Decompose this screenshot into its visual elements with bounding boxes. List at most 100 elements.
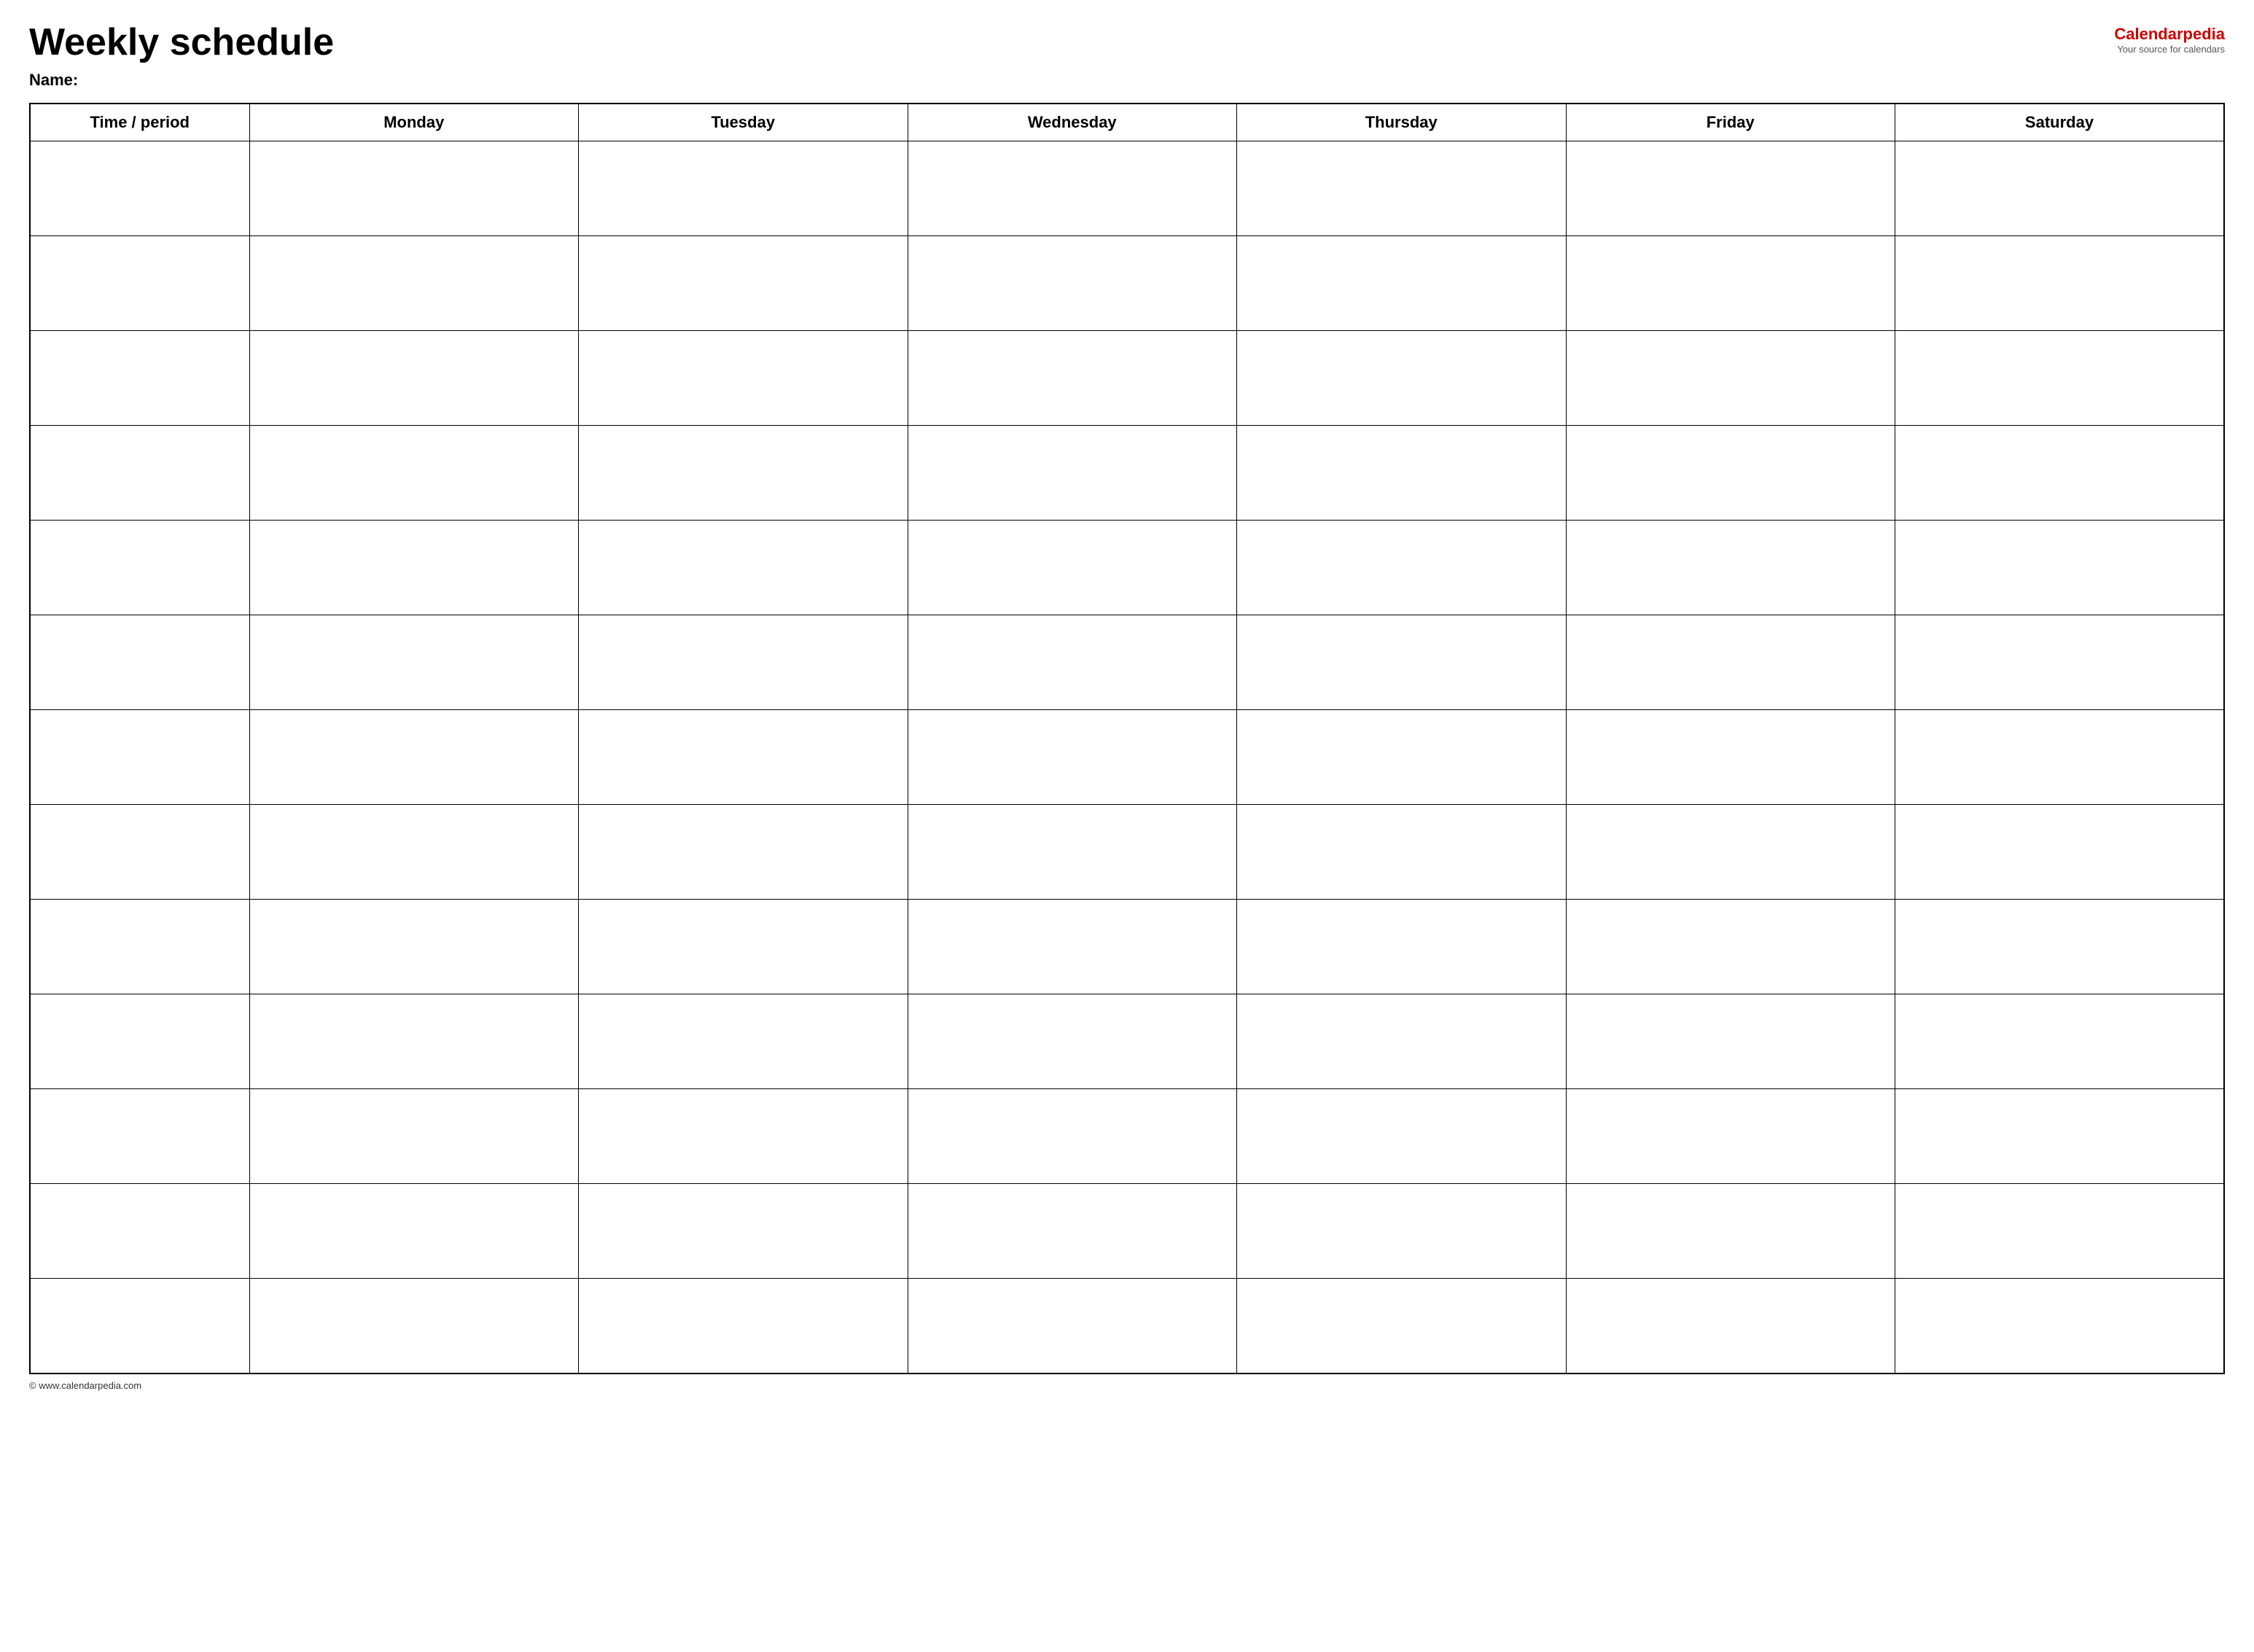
schedule-cell[interactable] xyxy=(1237,1279,1567,1374)
schedule-cell[interactable] xyxy=(1566,426,1895,521)
schedule-cell[interactable] xyxy=(1237,710,1567,805)
col-header-saturday: Saturday xyxy=(1895,104,2225,141)
schedule-cell[interactable] xyxy=(908,900,1237,994)
schedule-cell[interactable] xyxy=(579,1089,908,1184)
time-cell[interactable] xyxy=(30,141,249,236)
schedule-cell[interactable] xyxy=(1237,994,1567,1089)
schedule-cell[interactable] xyxy=(1566,331,1895,426)
schedule-cell[interactable] xyxy=(579,426,908,521)
schedule-cell[interactable] xyxy=(579,141,908,236)
schedule-cell[interactable] xyxy=(1895,710,2225,805)
table-row xyxy=(30,615,2224,710)
schedule-cell[interactable] xyxy=(579,615,908,710)
schedule-cell[interactable] xyxy=(1895,236,2225,331)
schedule-cell[interactable] xyxy=(579,521,908,615)
schedule-cell[interactable] xyxy=(1895,615,2225,710)
schedule-cell[interactable] xyxy=(908,521,1237,615)
schedule-cell[interactable] xyxy=(249,236,579,331)
schedule-cell[interactable] xyxy=(1566,141,1895,236)
schedule-cell[interactable] xyxy=(1895,1279,2225,1374)
schedule-cell[interactable] xyxy=(1566,1184,1895,1279)
schedule-cell[interactable] xyxy=(1237,1089,1567,1184)
schedule-cell[interactable] xyxy=(908,331,1237,426)
schedule-cell[interactable] xyxy=(908,994,1237,1089)
logo-area: Calendarpedia Your source for calendars xyxy=(2114,22,2225,55)
schedule-cell[interactable] xyxy=(908,615,1237,710)
schedule-cell[interactable] xyxy=(1566,1089,1895,1184)
schedule-cell[interactable] xyxy=(908,141,1237,236)
schedule-cell[interactable] xyxy=(1566,615,1895,710)
schedule-cell[interactable] xyxy=(1895,1184,2225,1279)
schedule-cell[interactable] xyxy=(579,236,908,331)
time-cell[interactable] xyxy=(30,521,249,615)
schedule-cell[interactable] xyxy=(908,426,1237,521)
schedule-cell[interactable] xyxy=(579,1279,908,1374)
table-row xyxy=(30,141,2224,236)
col-header-tuesday: Tuesday xyxy=(579,104,908,141)
time-cell[interactable] xyxy=(30,1279,249,1374)
schedule-cell[interactable] xyxy=(1566,710,1895,805)
schedule-cell[interactable] xyxy=(249,331,579,426)
schedule-cell[interactable] xyxy=(908,236,1237,331)
schedule-cell[interactable] xyxy=(1237,615,1567,710)
time-cell[interactable] xyxy=(30,900,249,994)
schedule-cell[interactable] xyxy=(1566,805,1895,900)
schedule-cell[interactable] xyxy=(579,994,908,1089)
time-cell[interactable] xyxy=(30,426,249,521)
schedule-cell[interactable] xyxy=(1237,805,1567,900)
schedule-cell[interactable] xyxy=(249,521,579,615)
schedule-cell[interactable] xyxy=(1237,521,1567,615)
schedule-cell[interactable] xyxy=(1895,426,2225,521)
schedule-cell[interactable] xyxy=(1566,236,1895,331)
schedule-cell[interactable] xyxy=(1566,900,1895,994)
time-cell[interactable] xyxy=(30,615,249,710)
schedule-cell[interactable] xyxy=(1566,1279,1895,1374)
schedule-cell[interactable] xyxy=(249,710,579,805)
time-cell[interactable] xyxy=(30,1089,249,1184)
schedule-cell[interactable] xyxy=(1237,900,1567,994)
schedule-cell[interactable] xyxy=(249,141,579,236)
schedule-cell[interactable] xyxy=(1895,900,2225,994)
schedule-cell[interactable] xyxy=(1895,1089,2225,1184)
schedule-cell[interactable] xyxy=(1566,994,1895,1089)
schedule-cell[interactable] xyxy=(249,805,579,900)
title-area: Weekly schedule xyxy=(29,22,334,63)
schedule-cell[interactable] xyxy=(249,1089,579,1184)
schedule-cell[interactable] xyxy=(1237,331,1567,426)
schedule-cell[interactable] xyxy=(579,805,908,900)
schedule-cell[interactable] xyxy=(908,1089,1237,1184)
time-cell[interactable] xyxy=(30,1184,249,1279)
schedule-cell[interactable] xyxy=(249,615,579,710)
page-title: Weekly schedule xyxy=(29,22,334,63)
schedule-cell[interactable] xyxy=(1895,805,2225,900)
schedule-cell[interactable] xyxy=(1237,236,1567,331)
table-row xyxy=(30,521,2224,615)
schedule-cell[interactable] xyxy=(249,1279,579,1374)
time-cell[interactable] xyxy=(30,805,249,900)
schedule-cell[interactable] xyxy=(908,710,1237,805)
schedule-cell[interactable] xyxy=(249,1184,579,1279)
time-cell[interactable] xyxy=(30,710,249,805)
schedule-cell[interactable] xyxy=(579,710,908,805)
time-cell[interactable] xyxy=(30,994,249,1089)
schedule-cell[interactable] xyxy=(1895,141,2225,236)
schedule-cell[interactable] xyxy=(1237,1184,1567,1279)
col-header-monday: Monday xyxy=(249,104,579,141)
schedule-cell[interactable] xyxy=(249,426,579,521)
schedule-cell[interactable] xyxy=(1895,521,2225,615)
schedule-cell[interactable] xyxy=(1237,426,1567,521)
schedule-cell[interactable] xyxy=(579,900,908,994)
schedule-cell[interactable] xyxy=(908,805,1237,900)
time-cell[interactable] xyxy=(30,331,249,426)
schedule-cell[interactable] xyxy=(579,331,908,426)
schedule-cell[interactable] xyxy=(1237,141,1567,236)
schedule-cell[interactable] xyxy=(579,1184,908,1279)
schedule-cell[interactable] xyxy=(908,1279,1237,1374)
schedule-cell[interactable] xyxy=(1895,331,2225,426)
time-cell[interactable] xyxy=(30,236,249,331)
schedule-cell[interactable] xyxy=(908,1184,1237,1279)
schedule-cell[interactable] xyxy=(249,900,579,994)
schedule-cell[interactable] xyxy=(1566,521,1895,615)
schedule-cell[interactable] xyxy=(249,994,579,1089)
schedule-cell[interactable] xyxy=(1895,994,2225,1089)
